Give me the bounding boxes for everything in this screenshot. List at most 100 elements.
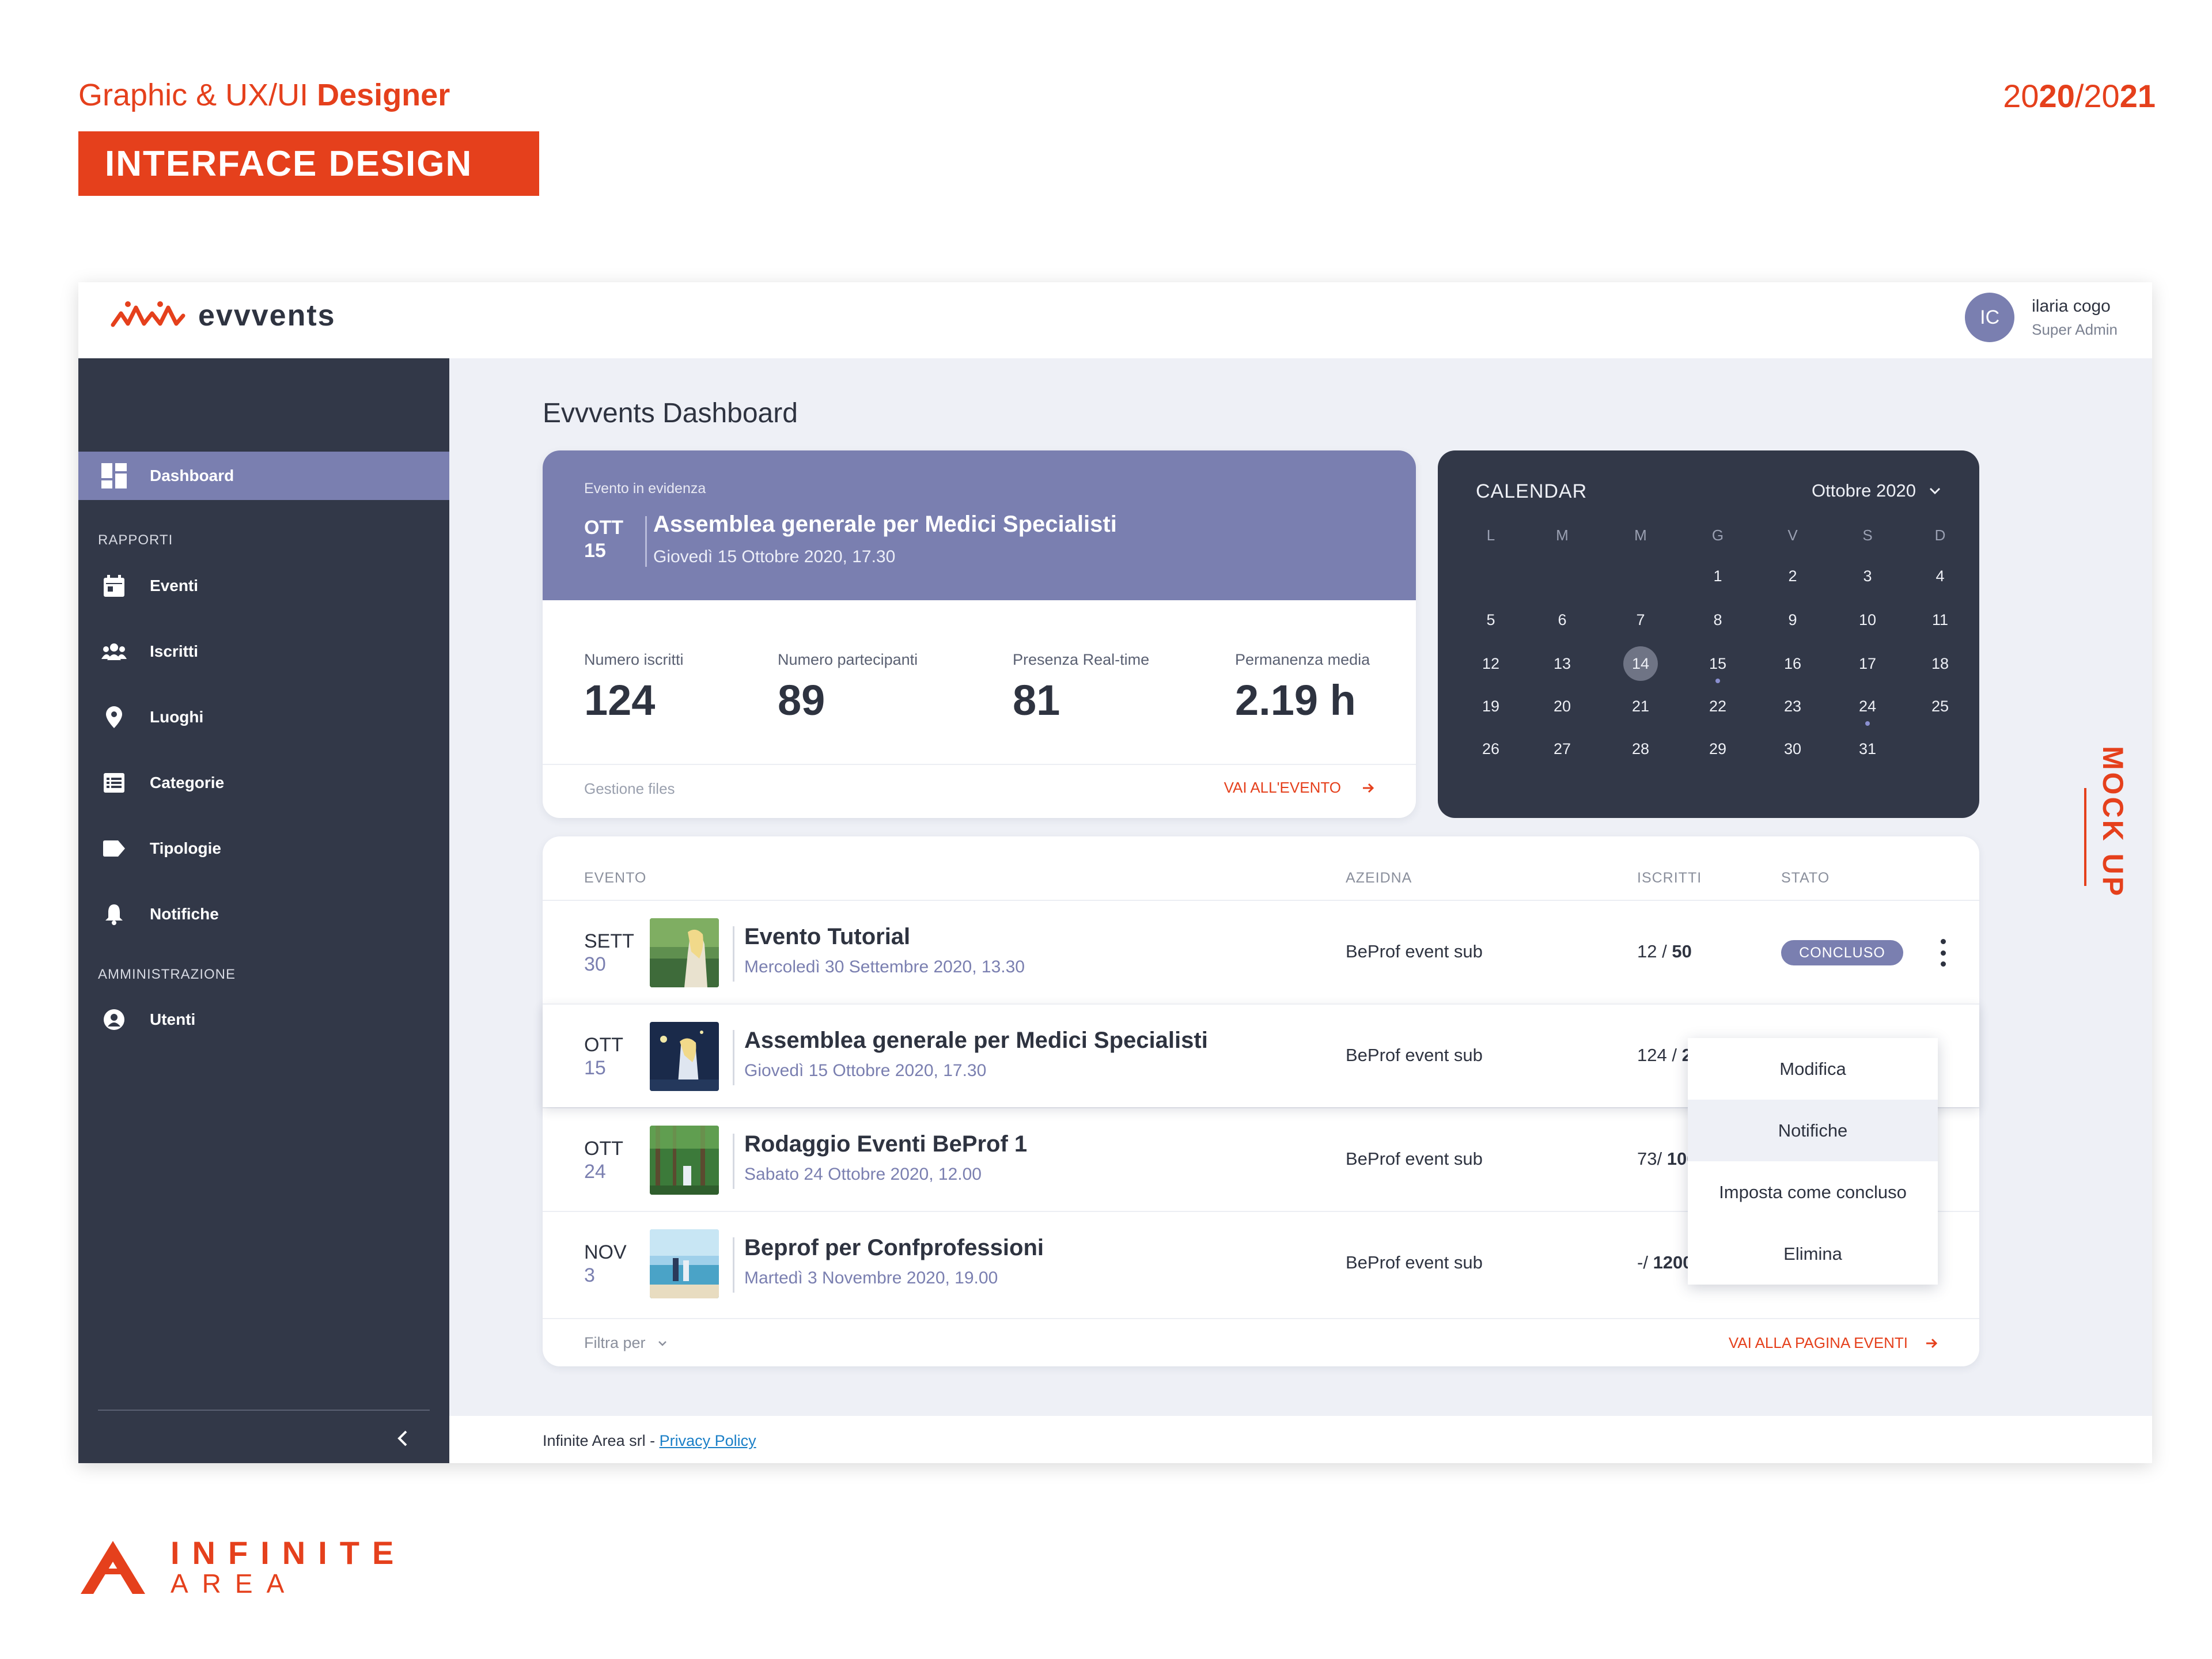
sidebar: Dashboard RAPPORTI Eventi Iscritti Luogh…	[78, 358, 449, 1463]
calendar-day[interactable]: 14	[1623, 646, 1658, 681]
avatar[interactable]: IC	[1965, 293, 2015, 342]
calendar-day[interactable]: 28	[1623, 732, 1658, 766]
row-reg-count: 73/	[1637, 1149, 1667, 1169]
sidebar-item-dashboard[interactable]: Dashboard	[78, 452, 449, 500]
arrow-right-icon	[1926, 1338, 1938, 1348]
calendar-day[interactable]: 8	[1700, 603, 1735, 637]
stat-label: Numero iscritti	[584, 651, 684, 668]
collapse-sidebar-button[interactable]	[382, 1418, 423, 1459]
stat-value: 81	[1013, 676, 1060, 724]
calendar-day[interactable]: 29	[1700, 732, 1735, 766]
calendar-day[interactable]: 30	[1775, 732, 1810, 766]
calendar-day[interactable]: 19	[1474, 689, 1508, 724]
calendar-day[interactable]: 31	[1850, 732, 1885, 766]
menu-item-edit[interactable]: Modifica	[1688, 1038, 1938, 1100]
row-day: 24	[584, 1161, 606, 1183]
stat-label: Permanenza media	[1235, 651, 1370, 668]
row-reg-count: 124 /	[1637, 1045, 1682, 1065]
calendar-day[interactable]: 7	[1623, 603, 1658, 637]
featured-event-header[interactable]: Evento in evidenza OTT 15 Assemblea gene…	[543, 450, 1416, 600]
logo-line-2: AREA	[171, 1569, 298, 1599]
go-to-event-link[interactable]: VAI ALL'EVENTO	[1224, 779, 1374, 797]
calendar-day[interactable]: 26	[1474, 732, 1508, 766]
bell-icon	[98, 898, 130, 930]
user-menu[interactable]: IC ilaria cogo Super Admin	[1965, 293, 2118, 342]
calendar-day[interactable]: 20	[1545, 689, 1580, 724]
sidebar-item-eventi[interactable]: Eventi	[78, 562, 449, 610]
calendar-day[interactable]: 21	[1623, 689, 1658, 724]
manage-files-link[interactable]: Gestione files	[584, 780, 675, 798]
calendar-day[interactable]: 25	[1923, 689, 1957, 724]
calendar-day[interactable]: 15	[1700, 646, 1735, 681]
mockup-label: MOCK UP	[2097, 746, 2129, 899]
row-company: BeProf event sub	[1346, 941, 1483, 961]
calendar-day[interactable]: 11	[1923, 603, 1957, 637]
row-event-name[interactable]: Evento Tutorial	[744, 924, 910, 950]
go-to-events-label: VAI ALLA PAGINA EVENTI	[1728, 1334, 1908, 1351]
role-prefix: Graphic & UX/UI	[78, 78, 317, 112]
stat-realtime: Presenza Real-time 81	[1013, 651, 1149, 725]
calendar-day[interactable]: 17	[1850, 646, 1885, 681]
row-month: SETT	[584, 930, 634, 952]
header-company: AZEIDNA	[1346, 870, 1412, 886]
sidebar-item-utenti[interactable]: Utenti	[78, 995, 449, 1044]
calendar-weekday: S	[1862, 527, 1873, 544]
calendar-day[interactable]: 24	[1850, 689, 1885, 724]
calendar-day[interactable]: 27	[1545, 732, 1580, 766]
infinite-area-logo: INFINITE AREA	[78, 1537, 406, 1598]
sidebar-group-reports: RAPPORTI	[98, 532, 173, 548]
row-day: 3	[584, 1264, 595, 1286]
stat-label: Numero partecipanti	[778, 651, 918, 668]
calendar-day[interactable]: 12	[1474, 646, 1508, 681]
calendar-day[interactable]: 4	[1923, 559, 1957, 593]
calendar-day[interactable]: 16	[1775, 646, 1810, 681]
row-date: OTT 15	[584, 1033, 623, 1080]
sidebar-item-iscritti[interactable]: Iscritti	[78, 627, 449, 676]
featured-label: Evento in evidenza	[584, 480, 706, 497]
sidebar-item-luoghi[interactable]: Luoghi	[78, 693, 449, 741]
sidebar-label: Tipologie	[150, 839, 221, 857]
calendar-day[interactable]: 2	[1775, 559, 1810, 593]
sidebar-item-tipologie[interactable]: Tipologie	[78, 824, 449, 873]
user-name: ilaria cogo	[2032, 296, 2111, 316]
filter-dropdown[interactable]: Filtra per	[584, 1334, 668, 1352]
go-to-events-link[interactable]: VAI ALLA PAGINA EVENTI	[1729, 1334, 1938, 1352]
brand-logo[interactable]: evvvents	[111, 298, 336, 333]
menu-item-mark-concluded[interactable]: Imposta come concluso	[1688, 1161, 1938, 1223]
row-reg-count: 12 /	[1637, 941, 1672, 961]
pin-icon	[98, 701, 130, 733]
portfolio-role: Graphic & UX/UI Designer	[78, 77, 450, 113]
event-thumbnail	[650, 1229, 719, 1298]
row-month: NOV	[584, 1241, 627, 1263]
list-icon	[98, 767, 130, 799]
calendar-day[interactable]: 13	[1545, 646, 1580, 681]
calendar-day[interactable]: 9	[1775, 603, 1810, 637]
menu-item-notifications[interactable]: Notifiche	[1688, 1100, 1938, 1161]
calendar-day[interactable]: 10	[1850, 603, 1885, 637]
calendar-day[interactable]: 3	[1850, 559, 1885, 593]
arrow-right-icon	[1363, 783, 1374, 793]
row-event-name[interactable]: Rodaggio Eventi BeProf 1	[744, 1131, 1027, 1157]
more-options-icon[interactable]	[1934, 937, 1952, 969]
calendar-day[interactable]: 23	[1775, 689, 1810, 724]
sidebar-item-notifiche[interactable]: Notifiche	[78, 890, 449, 938]
privacy-policy-link[interactable]: Privacy Policy	[660, 1432, 756, 1449]
menu-item-delete[interactable]: Elimina	[1688, 1223, 1938, 1285]
calendar-day[interactable]: 1	[1700, 559, 1735, 593]
row-event-name[interactable]: Assemblea generale per Medici Specialist…	[744, 1028, 1208, 1054]
calendar-day[interactable]: 5	[1474, 603, 1508, 637]
row-event-name[interactable]: Beprof per Confprofessioni	[744, 1235, 1044, 1261]
row-registered: 12 / 50	[1637, 941, 1692, 962]
chevron-left-icon	[397, 1430, 407, 1446]
calendar-day[interactable]: 6	[1545, 603, 1580, 637]
calendar-day[interactable]: 22	[1700, 689, 1735, 724]
calendar-month-select[interactable]: Ottobre 2020	[1812, 480, 1941, 501]
user-role: Super Admin	[2032, 320, 2118, 338]
sidebar-label: Luoghi	[150, 708, 204, 726]
calendar-day[interactable]: 18	[1923, 646, 1957, 681]
logo-line-1: INFINITE	[171, 1535, 407, 1571]
sidebar-item-categorie[interactable]: Categorie	[78, 759, 449, 807]
row-date: NOV 3	[584, 1241, 627, 1287]
table-row[interactable]: SETT 30 Evento Tutorial Mercoledì 30 Set…	[543, 900, 1979, 1003]
chevron-down-icon	[1929, 487, 1941, 495]
